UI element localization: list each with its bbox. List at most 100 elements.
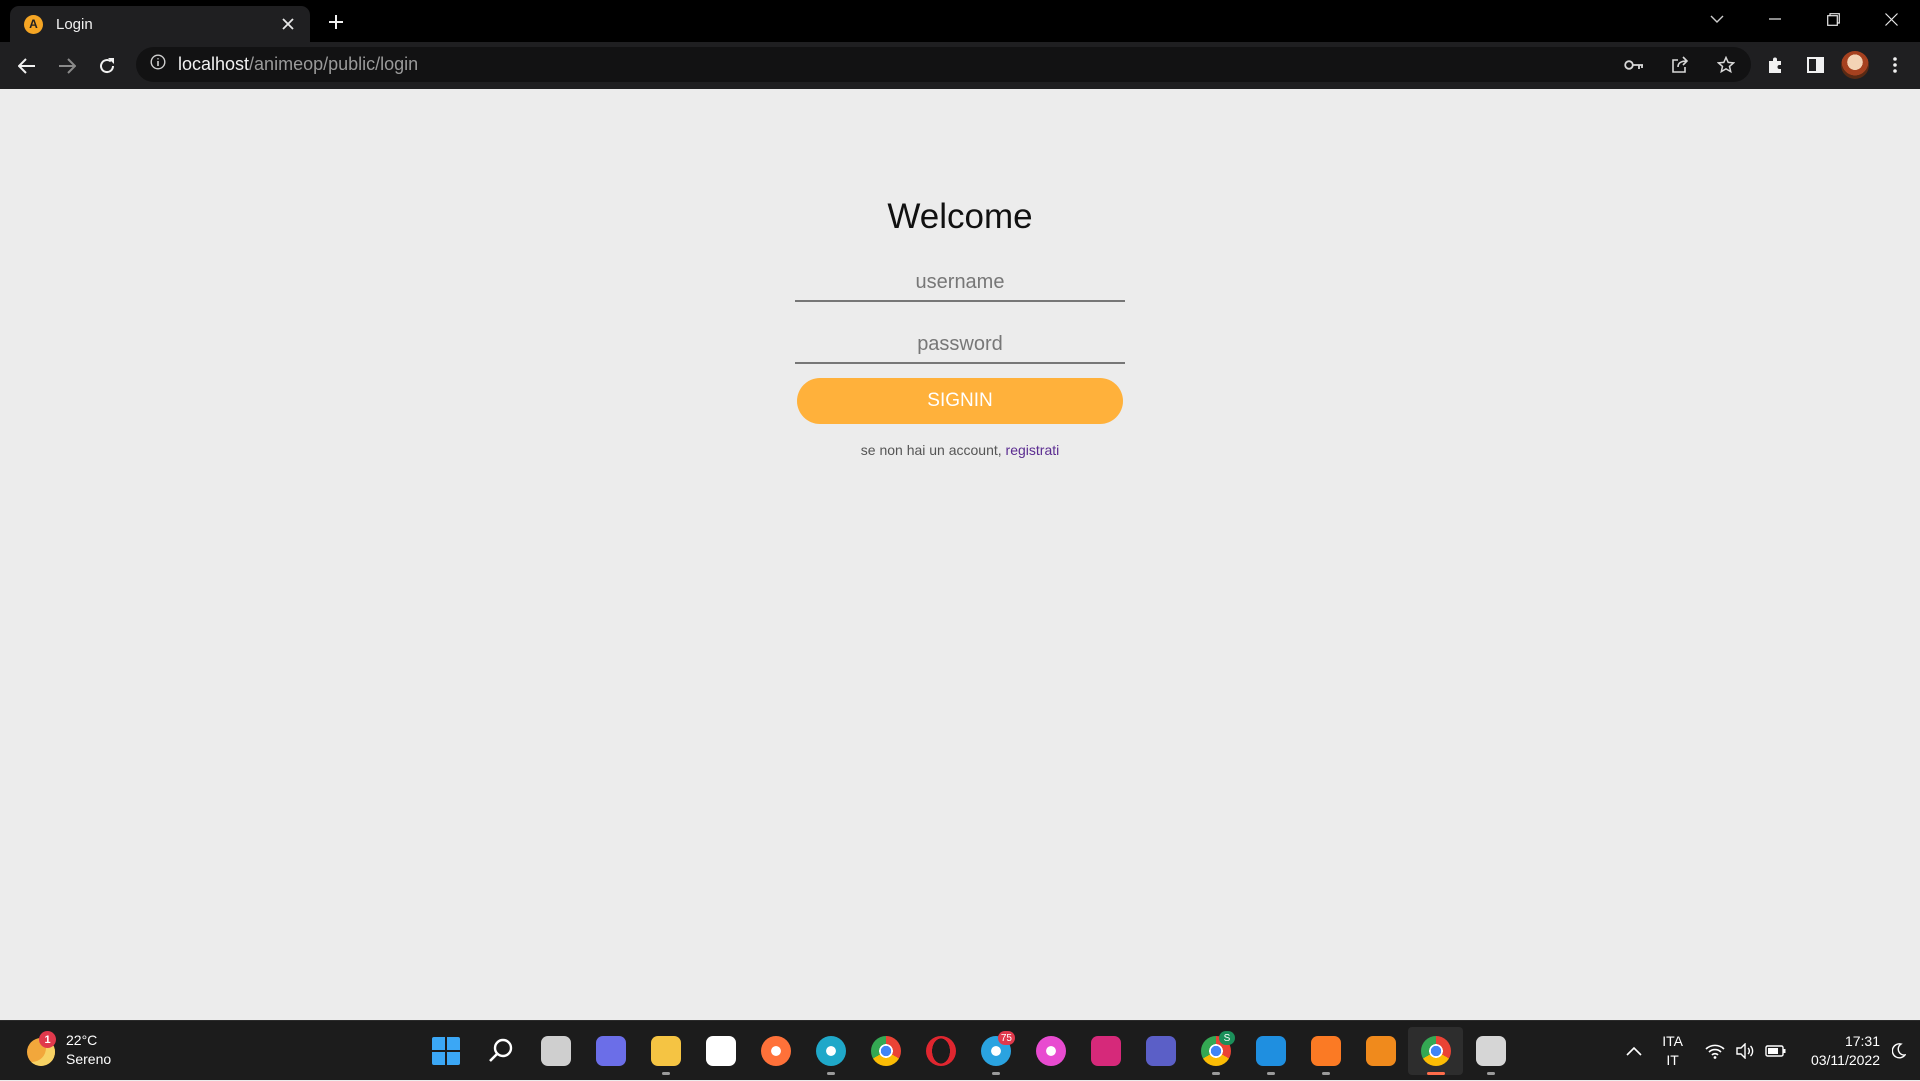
tinder-icon	[1035, 1036, 1066, 1066]
start-icon	[431, 1037, 460, 1065]
weather-badge: 1	[39, 1031, 56, 1048]
welcome-heading: Welcome	[887, 197, 1033, 236]
taskbar-app-task-view[interactable]	[528, 1027, 583, 1075]
taskbar-app-file-explorer[interactable]	[638, 1027, 693, 1075]
tab-close-icon[interactable]	[278, 14, 298, 34]
running-indicator	[827, 1072, 835, 1075]
chat-icon	[595, 1036, 626, 1066]
clock[interactable]: 17:31 03/11/2022	[1811, 1032, 1880, 1070]
teams-icon	[1145, 1036, 1176, 1066]
extensions-puzzle-icon[interactable]	[1760, 50, 1790, 80]
store-icon	[705, 1036, 736, 1066]
minimize-button[interactable]	[1746, 0, 1804, 38]
toolbar-right-actions	[1760, 46, 1910, 84]
address-bar-actions	[1619, 47, 1741, 82]
taskbar-app-chat[interactable]	[583, 1027, 638, 1075]
taskbar-app-vlc[interactable]	[1353, 1027, 1408, 1075]
taskbar-app-start[interactable]	[418, 1027, 473, 1075]
battery-charging-icon[interactable]	[1765, 1044, 1787, 1058]
close-window-button[interactable]	[1862, 0, 1920, 38]
taskbar: 1 22°C Sereno 75 S ITA IT 17:31 03/11/202…	[0, 1020, 1920, 1080]
weather-temperature: 22°C	[66, 1032, 98, 1048]
clock-date: 03/11/2022	[1810, 1052, 1880, 1068]
share-icon[interactable]	[1665, 50, 1695, 80]
taskbar-app-chrome-active[interactable]	[1408, 1027, 1463, 1075]
signup-text: se non hai un account,	[860, 442, 1006, 458]
new-tab-button[interactable]	[322, 8, 350, 36]
login-form: Welcome SIGNIN se non hai un account, re…	[795, 199, 1125, 458]
taskbar-app-vscode[interactable]	[1243, 1027, 1298, 1075]
app-notification-badge: 75	[997, 1031, 1015, 1045]
app-notification-badge: S	[1219, 1031, 1235, 1045]
snipping-tool-icon	[1475, 1036, 1506, 1066]
username-input[interactable]	[795, 264, 1125, 302]
file-explorer-icon	[650, 1036, 681, 1066]
taskbar-app-chrome-profile[interactable]: S	[1188, 1027, 1243, 1075]
xampp-icon	[1310, 1036, 1341, 1066]
wifi-icon[interactable]	[1705, 1044, 1725, 1059]
taskbar-app-chrome[interactable]	[858, 1027, 913, 1075]
system-tray: ITA IT 17:31 03/11/2022	[1626, 1021, 1920, 1081]
url-path: /animeop/public/login	[249, 54, 419, 74]
site-favicon-icon: A	[24, 14, 43, 34]
taskbar-app-telegram[interactable]: 75	[968, 1027, 1023, 1075]
running-indicator	[1487, 1072, 1495, 1075]
tab-search-button[interactable]	[1688, 0, 1746, 38]
back-button[interactable]	[8, 47, 46, 85]
taskbar-app-instagram[interactable]	[1078, 1027, 1133, 1075]
taskbar-app-search[interactable]	[473, 1027, 528, 1075]
tab-login[interactable]: A Login	[10, 6, 310, 42]
taskbar-app-snipping-tool[interactable]	[1463, 1027, 1518, 1075]
tab-title: Login	[56, 15, 93, 33]
vscode-icon	[1255, 1036, 1286, 1066]
running-indicator	[992, 1072, 1000, 1075]
browser-tab-bar: A Login	[0, 0, 1920, 42]
language-code: ITA	[1662, 1033, 1683, 1049]
taskbar-app-store[interactable]	[693, 1027, 748, 1075]
taskbar-apps: 75 S	[418, 1027, 1518, 1075]
address-bar[interactable]: localhost/animeop/public/login	[136, 47, 1751, 82]
page-viewport: Welcome SIGNIN se non hai un account, re…	[0, 89, 1920, 1020]
key-icon[interactable]	[1619, 50, 1649, 80]
vlc-icon	[1365, 1036, 1396, 1066]
focus-moon-icon[interactable]	[1892, 1043, 1906, 1059]
input-language-indicator[interactable]: ITA IT	[1662, 1032, 1683, 1070]
running-indicator	[1212, 1072, 1220, 1075]
search-icon	[486, 1036, 516, 1066]
taskbar-app-edge[interactable]	[803, 1027, 858, 1075]
chrome-active-icon	[1420, 1036, 1451, 1066]
task-view-icon	[540, 1036, 571, 1066]
taskbar-app-opera[interactable]	[913, 1027, 968, 1075]
show-hidden-icons-chevron-icon[interactable]	[1626, 1046, 1642, 1056]
taskbar-app-teams[interactable]	[1133, 1027, 1188, 1075]
taskbar-app-firefox[interactable]	[748, 1027, 803, 1075]
instagram-icon	[1090, 1036, 1121, 1066]
url-host: localhost	[178, 54, 250, 74]
running-indicator	[1427, 1072, 1445, 1075]
site-info-icon[interactable]	[150, 54, 166, 75]
weather-description: Sereno	[66, 1051, 112, 1067]
reload-button[interactable]	[88, 47, 126, 85]
taskbar-app-tinder[interactable]	[1023, 1027, 1078, 1075]
running-indicator	[1322, 1072, 1330, 1075]
running-indicator	[1267, 1072, 1275, 1075]
volume-icon[interactable]	[1735, 1043, 1755, 1059]
running-indicator	[662, 1072, 670, 1075]
restore-button[interactable]	[1804, 0, 1862, 38]
bookmark-star-icon[interactable]	[1711, 50, 1741, 80]
window-controls	[1688, 0, 1920, 38]
weather-widget[interactable]: 1 22°C Sereno	[24, 1031, 111, 1069]
weather-moon-icon: 1	[24, 1031, 58, 1067]
browser-toolbar: localhost/animeop/public/login	[0, 42, 1920, 89]
firefox-icon	[760, 1036, 791, 1066]
signup-prompt: se non hai un account, registrati	[795, 442, 1125, 458]
profile-avatar[interactable]	[1840, 50, 1870, 80]
register-link[interactable]: registrati	[1006, 442, 1060, 458]
signin-button[interactable]: SIGNIN	[797, 378, 1123, 424]
taskbar-app-xampp[interactable]	[1298, 1027, 1353, 1075]
side-panel-icon[interactable]	[1800, 50, 1830, 80]
browser-menu-icon[interactable]	[1880, 50, 1910, 80]
forward-button[interactable]	[48, 47, 86, 85]
password-input[interactable]	[795, 326, 1125, 364]
avatar	[1841, 51, 1869, 79]
